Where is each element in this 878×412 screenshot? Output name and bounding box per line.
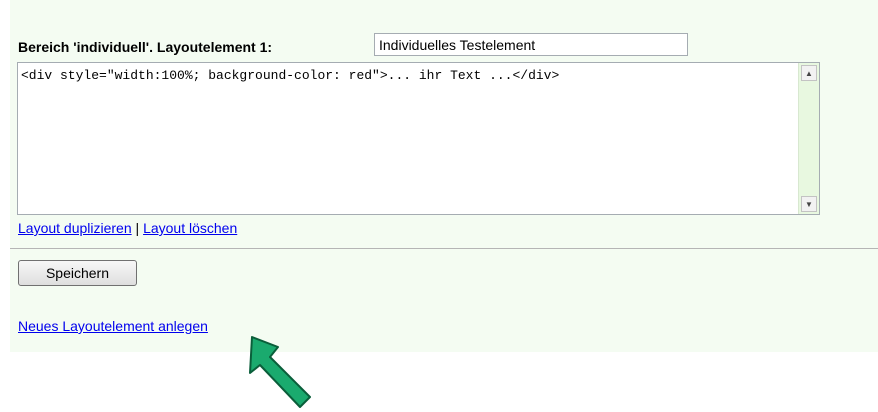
save-button[interactable]: Speichern (18, 260, 137, 286)
green-arrow-icon (249, 336, 311, 408)
new-layout-element-link[interactable]: Neues Layoutelement anlegen (18, 318, 208, 334)
code-textarea[interactable]: <div style="width:100%; background-color… (18, 63, 799, 214)
layout-element-title: Bereich 'individuell'. Layoutelement 1: (18, 38, 273, 55)
layout-actions: Layout duplizieren | Layout löschen (18, 220, 237, 236)
delete-layout-link[interactable]: Layout löschen (143, 220, 237, 236)
code-editor: <div style="width:100%; background-color… (17, 62, 820, 215)
duplicate-layout-link[interactable]: Layout duplizieren (18, 220, 132, 236)
vertical-scrollbar[interactable]: ▲ ▼ (798, 63, 819, 214)
element-name-input[interactable] (374, 33, 688, 56)
divider (10, 248, 878, 249)
scroll-up-icon[interactable]: ▲ (801, 65, 817, 81)
link-separator: | (135, 220, 140, 236)
scroll-down-icon[interactable]: ▼ (801, 196, 817, 212)
